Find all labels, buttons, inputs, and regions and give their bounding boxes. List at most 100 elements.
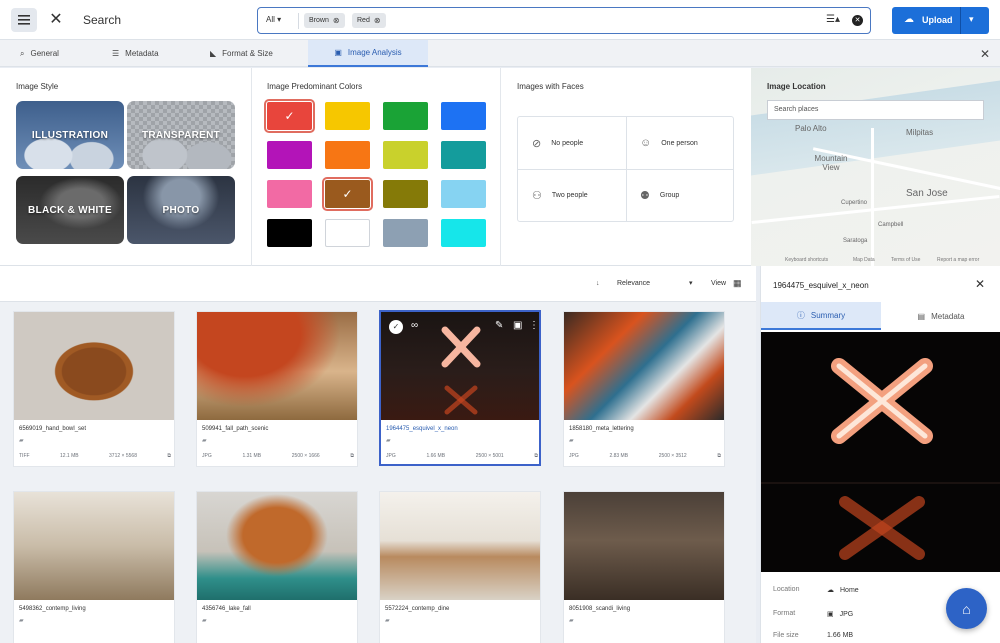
group-icon: ⚉ xyxy=(640,189,650,202)
asset-thumbnail xyxy=(380,492,540,600)
link-icon[interactable]: ∞ xyxy=(411,320,418,331)
prop-label: Location xyxy=(773,586,800,593)
tab-summary[interactable]: ⓘ Summary xyxy=(761,302,881,330)
color-swatch[interactable]: ✓ xyxy=(264,99,315,133)
tab-label: Summary xyxy=(810,310,846,320)
prop-label: File size xyxy=(773,632,799,639)
format-value: JPG xyxy=(839,610,854,618)
link-icon[interactable]: ⧉ xyxy=(350,453,354,459)
top-bar: ✕ Search All ▾ Brown ⊗ Red ⊗ ☰▴ ✕ ☁ Uplo… xyxy=(0,0,1000,40)
map-search-input[interactable]: Search places xyxy=(767,100,984,120)
tab-general[interactable]: ⌕ General xyxy=(14,40,65,67)
faces-two-people[interactable]: ⚇ Two people xyxy=(518,169,626,221)
clear-search-icon[interactable]: ✕ xyxy=(852,15,863,26)
map-road xyxy=(871,128,874,266)
upload-button[interactable]: ☁ Upload ▾ xyxy=(892,7,989,34)
divider xyxy=(298,13,299,29)
style-black-white[interactable]: BLACK & WHITE xyxy=(16,176,124,244)
color-swatch[interactable] xyxy=(441,180,486,208)
asset-card-selected[interactable]: ✓ ∞ ✎ ▣ ⋮ 1964475_esquivel_x_neon ▰ JPG 1… xyxy=(379,310,541,466)
asset-card[interactable]: 6569019_hand_bowl_set ▰ TIFF 12.1 MB 3712 … xyxy=(13,311,175,467)
asset-card[interactable]: 4356746_lake_fall ▰ xyxy=(196,491,358,643)
close-search-icon[interactable]: ✕ xyxy=(47,10,65,30)
color-swatch[interactable] xyxy=(383,102,428,130)
two-people-icon: ⚇ xyxy=(532,189,542,202)
remove-chip-icon[interactable]: ⊗ xyxy=(374,16,381,25)
link-icon[interactable]: ⧉ xyxy=(534,453,538,459)
map-footer-link[interactable]: Report a map error xyxy=(937,257,979,263)
chip-label: Brown xyxy=(309,17,329,24)
link-icon[interactable]: ⧉ xyxy=(167,453,171,459)
menu-button[interactable] xyxy=(11,8,37,32)
color-swatch[interactable] xyxy=(383,219,428,247)
results-toolbar: ↓ Relevance ▾ View ▦ xyxy=(0,266,756,302)
filter-chip-red[interactable]: Red ⊗ xyxy=(352,13,386,28)
more-options-icon[interactable]: ⋮ xyxy=(529,320,539,331)
location-map[interactable]: Image Location Search places Palo Alto M… xyxy=(751,68,1000,266)
color-swatch[interactable] xyxy=(383,180,428,208)
sort-dropdown-label[interactable]: Relevance xyxy=(617,280,650,287)
map-road xyxy=(751,194,1000,225)
color-swatch[interactable] xyxy=(325,219,370,247)
asset-card[interactable]: 1858180_meta_lettering ▰ JPG 2.83 MB 2500 … xyxy=(563,311,725,467)
color-swatch[interactable] xyxy=(441,141,486,169)
color-swatch[interactable] xyxy=(325,102,370,130)
close-panel-icon[interactable]: ✕ xyxy=(980,47,990,61)
sort-direction-icon[interactable]: ↓ xyxy=(596,280,600,287)
asset-card[interactable]: 509941_fall_path_scenic ▰ JPG 1.31 MB 2500… xyxy=(196,311,358,467)
folder-icon: ▰ xyxy=(569,438,574,444)
tab-metadata-details[interactable]: ▤ Metadata xyxy=(881,302,1000,330)
asset-card[interactable]: 5498362_contemp_living ▰ xyxy=(13,491,175,643)
faces-title: Images with Faces xyxy=(517,82,584,91)
asset-name: 6569019_hand_bowl_set xyxy=(19,426,87,432)
faces-options: ⊘ No people ☺ One person ⚇ Two people ⚉ Grou… xyxy=(517,116,734,222)
tab-label: General xyxy=(30,49,59,58)
filter-chip-brown[interactable]: Brown ⊗ xyxy=(304,13,345,28)
color-swatch[interactable] xyxy=(441,102,486,130)
color-swatch[interactable] xyxy=(441,219,486,247)
info-icon: ⓘ xyxy=(796,310,805,320)
tab-image-analysis[interactable]: ▣ Image Analysis xyxy=(308,40,428,67)
style-transparent[interactable]: TRANSPARENT xyxy=(127,101,235,169)
tab-format-size[interactable]: ◣ Format & Size xyxy=(204,40,279,67)
wrench-icon[interactable]: ✎ xyxy=(495,320,503,331)
grid-view-icon[interactable]: ▦ xyxy=(733,278,742,289)
style-illustration[interactable]: ILLUSTRATION xyxy=(16,101,124,169)
neon-x-preview xyxy=(761,358,1000,560)
search-input[interactable]: All ▾ Brown ⊗ Red ⊗ ☰▴ ✕ xyxy=(257,7,871,34)
map-footer-link[interactable]: Terms of Use xyxy=(891,257,920,263)
search-title: Search xyxy=(83,13,122,27)
tab-label: Metadata xyxy=(931,311,965,321)
chevron-down-icon[interactable]: ▾ xyxy=(689,279,693,287)
color-swatch[interactable] xyxy=(267,180,312,208)
faces-no-people[interactable]: ⊘ No people xyxy=(518,117,626,169)
tab-metadata[interactable]: ☰ Metadata xyxy=(106,40,165,67)
check-icon[interactable]: ✓ xyxy=(389,320,403,334)
map-city-label: Saratoga xyxy=(843,238,868,244)
filter-options-icon[interactable]: ☰▴ xyxy=(826,14,840,25)
close-details-icon[interactable]: ✕ xyxy=(975,277,985,291)
chevron-down-icon[interactable]: ▾ xyxy=(969,14,974,25)
tile-label: TRANSPARENT xyxy=(141,129,221,141)
color-swatch[interactable]: ✓ xyxy=(322,177,373,211)
scope-dropdown[interactable]: All ▾ xyxy=(266,15,281,24)
crop-icon[interactable]: ▣ xyxy=(513,320,522,331)
style-photo[interactable]: PHOTO xyxy=(127,176,235,244)
asset-card[interactable]: 8051908_scandi_living ▰ xyxy=(563,491,725,643)
image-icon: ▣ xyxy=(334,48,342,57)
map-footer-link[interactable]: Keyboard shortcuts xyxy=(785,257,828,263)
color-swatch[interactable] xyxy=(325,141,370,169)
asset-card[interactable]: 5572224_contemp_dine ▰ xyxy=(379,491,541,643)
color-swatch[interactable] xyxy=(383,141,428,169)
map-footer-link[interactable]: Map Data xyxy=(853,257,875,263)
faces-group[interactable]: ⚉ Group xyxy=(626,169,734,221)
help-fab-button[interactable]: ⌂ xyxy=(946,588,987,629)
tab-label: Image Analysis xyxy=(347,48,402,57)
color-swatch[interactable] xyxy=(267,219,312,247)
faces-one-person[interactable]: ☺ One person xyxy=(626,117,734,169)
cloud-icon: ☁ xyxy=(827,587,834,594)
color-swatch[interactable] xyxy=(267,141,312,169)
link-icon[interactable]: ⧉ xyxy=(717,453,721,459)
asset-name: 1858180_meta_lettering xyxy=(569,426,634,432)
remove-chip-icon[interactable]: ⊗ xyxy=(333,16,340,25)
